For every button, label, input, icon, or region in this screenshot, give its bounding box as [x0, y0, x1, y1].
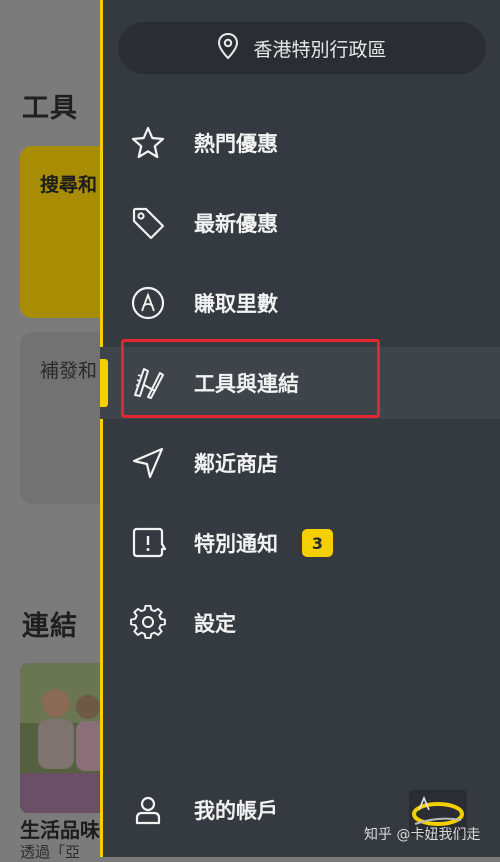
menu-label-latest-offers: 最新優惠 [194, 212, 278, 236]
lifestyle-title: 生活品味 [20, 818, 100, 842]
tools-heading: 工具 [22, 93, 78, 124]
lifestyle-subtitle: 透過「亞 [20, 843, 81, 861]
menu-item-settings[interactable]: 設定 [100, 587, 500, 659]
menu-label-special-notices: 特別通知 [194, 532, 278, 556]
menu-label-tools-links: 工具與連結 [194, 372, 299, 396]
menu-item-latest-offers[interactable]: 最新優惠 [100, 187, 500, 259]
star-icon [130, 125, 166, 161]
menu-item-special-notices[interactable]: 特別通知 3 [100, 507, 500, 579]
menu-label-my-account: 我的帳戶 [194, 799, 278, 823]
gear-icon [130, 604, 166, 641]
menu-item-tools-links[interactable]: 工具與連結 [100, 347, 500, 419]
location-pin-icon [217, 32, 239, 64]
navigation-arrow-icon [130, 445, 166, 481]
replace-card-label: 補發和 [40, 360, 98, 382]
region-selector[interactable]: 香港特別行政區 [118, 22, 486, 74]
watermark-text: 知乎 @卡妞我们走 [364, 827, 481, 843]
asia-miles-icon [130, 285, 166, 321]
menu-label-settings: 設定 [194, 612, 236, 636]
notification-count-badge: 3 [302, 529, 333, 557]
tag-icon [130, 205, 166, 241]
tools-icon [130, 365, 166, 401]
menu-label-earn-miles: 賺取里數 [194, 292, 278, 316]
search-card-label: 搜尋和 [40, 174, 98, 196]
menu-item-nearby-stores[interactable]: 鄰近商店 [100, 427, 500, 499]
lifestyle-photo [20, 663, 110, 813]
menu-label-nearby-stores: 鄰近商店 [194, 452, 278, 476]
menu-item-earn-miles[interactable]: 賺取里數 [100, 267, 500, 339]
notification-icon [130, 525, 167, 561]
menu-label-hot-offers: 熱門優惠 [194, 132, 278, 156]
links-heading: 連結 [22, 611, 78, 642]
menu-item-hot-offers[interactable]: 熱門優惠 [100, 107, 500, 179]
user-icon [130, 792, 166, 828]
region-label: 香港特別行政區 [253, 38, 387, 61]
